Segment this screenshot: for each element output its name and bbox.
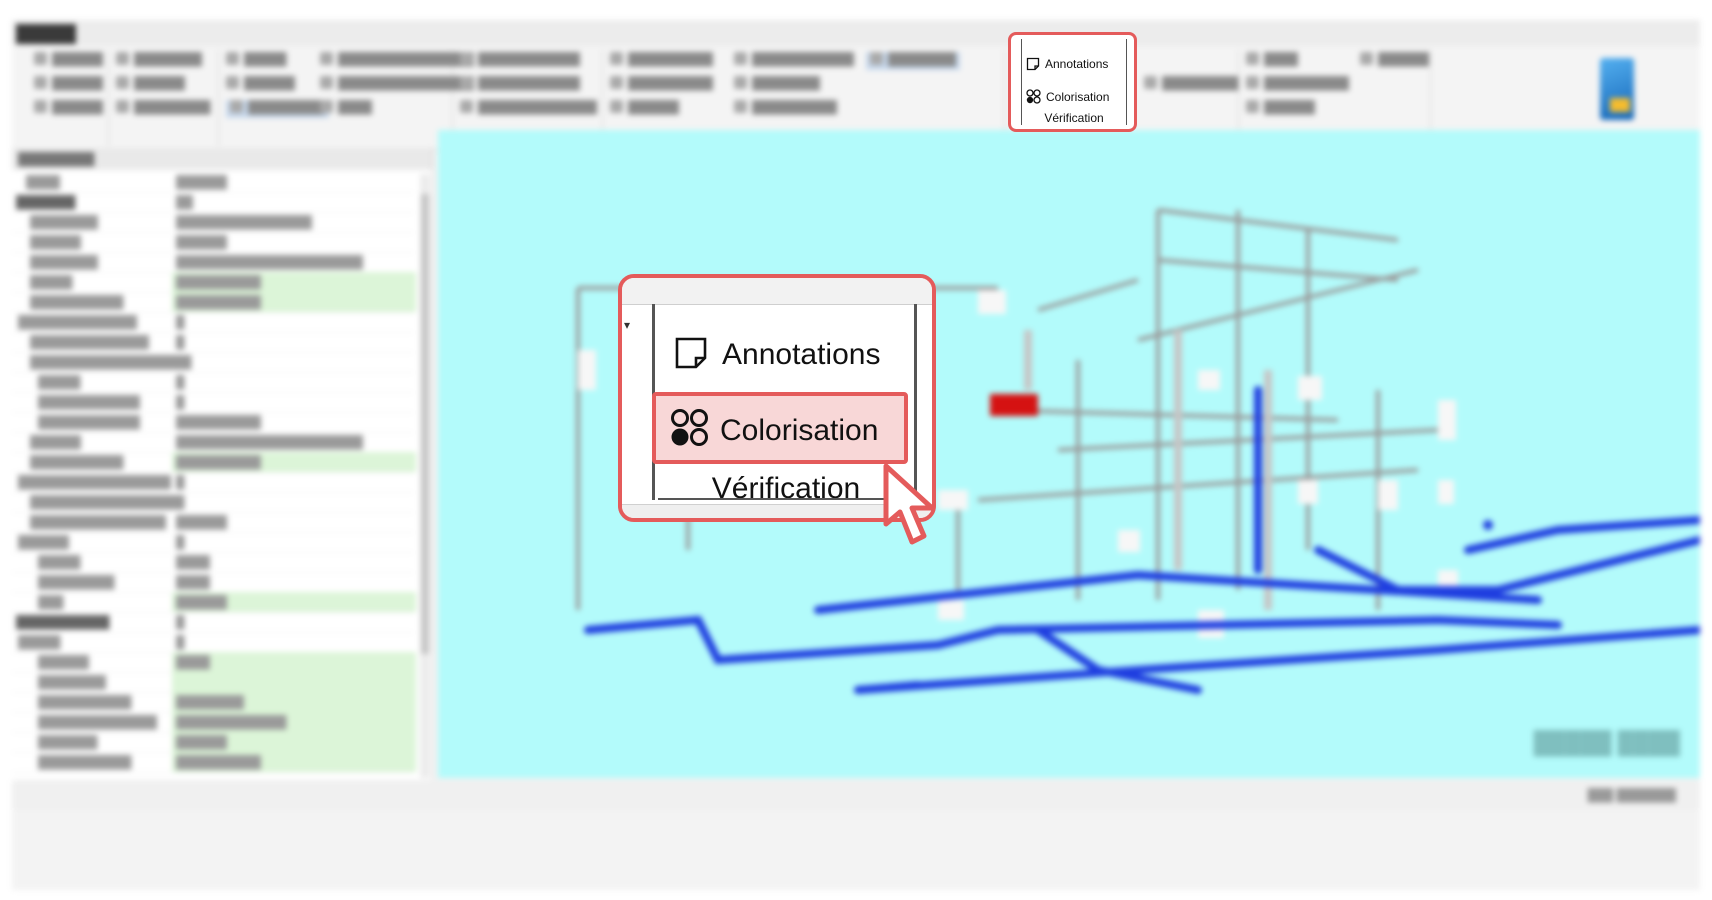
ribbon-group: ████████ ██████ █████████ bbox=[110, 50, 219, 146]
property-row[interactable]: ███████████████ bbox=[12, 332, 414, 353]
ribbon-button[interactable]: ██████ bbox=[34, 76, 103, 94]
ribbon-button[interactable]: ████████████ bbox=[734, 52, 854, 70]
property-row[interactable]: ███████████ ██████████ bbox=[12, 292, 416, 313]
property-row[interactable]: ████████ bbox=[12, 672, 416, 693]
properties-panel-title: █████████ bbox=[12, 148, 432, 170]
color-dots-icon bbox=[670, 409, 720, 447]
ribbon-button-selected[interactable]: █████████ bbox=[226, 100, 329, 118]
ribbon-button[interactable]: ████ bbox=[320, 100, 372, 118]
ribbon-button[interactable]: ██████ bbox=[226, 76, 295, 94]
property-row[interactable]: ███████████████████ bbox=[12, 692, 416, 713]
brand-watermark: █████ ████ bbox=[1533, 730, 1680, 755]
property-row[interactable]: ███████████████████ bbox=[12, 492, 414, 513]
properties-scrollbar[interactable] bbox=[420, 174, 430, 778]
property-row[interactable]: █████████ bbox=[12, 552, 414, 573]
ribbon-button[interactable]: ██████ bbox=[116, 76, 185, 94]
ribbon-button[interactable]: ██████ bbox=[1246, 100, 1315, 118]
zoomed-colorisation-button[interactable]: Colorisation bbox=[670, 408, 878, 448]
ribbon-group: ██████ ██████ ██████ bbox=[16, 50, 109, 146]
ribbon-button[interactable]: ████████████████ bbox=[320, 52, 474, 70]
property-row[interactable]: ██████████ bbox=[12, 652, 416, 673]
property-row[interactable]: ███████████████ bbox=[12, 312, 414, 333]
zoomed-annotations-button[interactable]: Annotations bbox=[674, 336, 880, 372]
property-row[interactable]: ████████ ██████████████████████ bbox=[12, 252, 414, 273]
property-row[interactable]: ██████ █ bbox=[12, 532, 414, 553]
ribbon-button[interactable]: ██████████ bbox=[734, 100, 837, 118]
zoomed-annotations-label: Annotations bbox=[722, 338, 881, 371]
large-app-icon[interactable] bbox=[1600, 58, 1634, 120]
ribbon-button[interactable]: ██████ bbox=[34, 52, 103, 70]
status-text: ███ ███████ bbox=[1587, 788, 1676, 802]
sticky-note-icon bbox=[674, 337, 722, 371]
ribbon-button[interactable]: ████████████ bbox=[460, 52, 580, 70]
zoomed-colorisation-button-highlight[interactable]: Colorisation bbox=[652, 392, 908, 464]
ribbon-group: █████ ██████ █████████ ████████████████ … bbox=[220, 50, 474, 146]
menu-tab-active[interactable] bbox=[16, 24, 76, 44]
ribbon-button[interactable]: █████████ bbox=[116, 100, 211, 118]
property-row[interactable]: ██████████ bbox=[12, 172, 414, 193]
zoomed-colorisation-label: Colorisation bbox=[720, 414, 879, 447]
property-row[interactable]: ███████████████████ bbox=[12, 472, 414, 493]
property-row[interactable]: ████████████ bbox=[12, 232, 414, 253]
color-dots-icon bbox=[1026, 89, 1046, 104]
zoomed-verification-label: Vérification bbox=[711, 472, 861, 505]
callout-top-strip bbox=[622, 278, 932, 305]
ribbon-button[interactable]: ████████ bbox=[116, 52, 202, 70]
ribbon-button[interactable]: ██████████ bbox=[610, 52, 713, 70]
ribbon-button[interactable]: ████████ bbox=[734, 76, 820, 94]
property-row[interactable]: ███████████ ██████████ bbox=[12, 452, 416, 473]
properties-panel: █████████ ████ ██████ ███████ ██ ████████ █… bbox=[12, 148, 433, 780]
menu-tab[interactable] bbox=[236, 24, 278, 44]
verification-group-label: Vérification bbox=[1044, 111, 1104, 125]
menu-tab[interactable] bbox=[76, 24, 132, 44]
property-row[interactable]: ██████████████████████ bbox=[12, 412, 414, 433]
ribbon-button[interactable]: ████████████████ bbox=[320, 76, 474, 94]
menu-tab[interactable] bbox=[136, 24, 232, 44]
colorisation-button-label: Colorisation bbox=[1046, 90, 1110, 104]
property-row[interactable]: ████████████ bbox=[12, 612, 414, 633]
property-row[interactable]: ███████████ ██████████ bbox=[12, 752, 416, 773]
property-row[interactable]: ███████████████████ █ bbox=[12, 352, 414, 373]
status-bar: ███ ███████ bbox=[12, 780, 1700, 810]
property-row[interactable]: █████████████ bbox=[12, 392, 414, 413]
property-row[interactable]: █████ █ bbox=[12, 372, 414, 393]
ribbon-button-selected[interactable]: ████████ bbox=[866, 52, 961, 70]
verification-group-highlight: Annotations Colorisation Vérification bbox=[1008, 32, 1137, 132]
property-row[interactable]: ██████████████████████ bbox=[12, 512, 414, 533]
ribbon-button[interactable]: ████████████ bbox=[460, 76, 580, 94]
chevron-down-icon[interactable]: ▾ bbox=[624, 318, 630, 332]
ribbon-button[interactable]: ██████████████ bbox=[460, 100, 597, 118]
property-row[interactable]: █████████ bbox=[12, 592, 416, 613]
annotations-button[interactable]: Annotations bbox=[1026, 57, 1108, 71]
colorisation-button[interactable]: Colorisation bbox=[1026, 89, 1109, 104]
property-row[interactable]: ████████ ████████████████ bbox=[12, 212, 414, 233]
property-row[interactable]: █████████ bbox=[12, 192, 414, 213]
ribbon-button[interactable]: ████ bbox=[1246, 52, 1298, 70]
ribbon-button[interactable]: ██████████ bbox=[610, 76, 713, 94]
property-row[interactable]: █████████████ bbox=[12, 732, 416, 753]
group-underline bbox=[658, 498, 914, 500]
property-row[interactable]: █████████████ bbox=[12, 572, 414, 593]
ribbon-button[interactable]: ██████ bbox=[1360, 52, 1429, 70]
sticky-note-icon bbox=[1026, 57, 1045, 71]
ribbon-button[interactable]: █████ bbox=[226, 52, 287, 70]
verification-ribbon-group: Annotations Colorisation Vérification bbox=[1021, 39, 1127, 125]
property-row[interactable]: █████ █ bbox=[12, 632, 414, 653]
annotations-button-label: Annotations bbox=[1045, 57, 1109, 71]
ribbon-button[interactable]: ██████ bbox=[34, 100, 103, 118]
ribbon-button[interactable]: ██████ bbox=[610, 100, 679, 118]
hand-pointer-cursor bbox=[880, 462, 946, 561]
property-row[interactable]: ██████████████ █████████████ bbox=[12, 712, 416, 733]
property-row[interactable]: ██████ ██████████████████████ bbox=[12, 432, 414, 453]
ribbon-button[interactable]: ██████████ bbox=[1246, 76, 1349, 94]
property-row[interactable]: ███████████████ bbox=[12, 272, 416, 293]
menu-bar bbox=[12, 20, 1700, 46]
ribbon-button[interactable]: █████████ bbox=[1144, 76, 1239, 94]
